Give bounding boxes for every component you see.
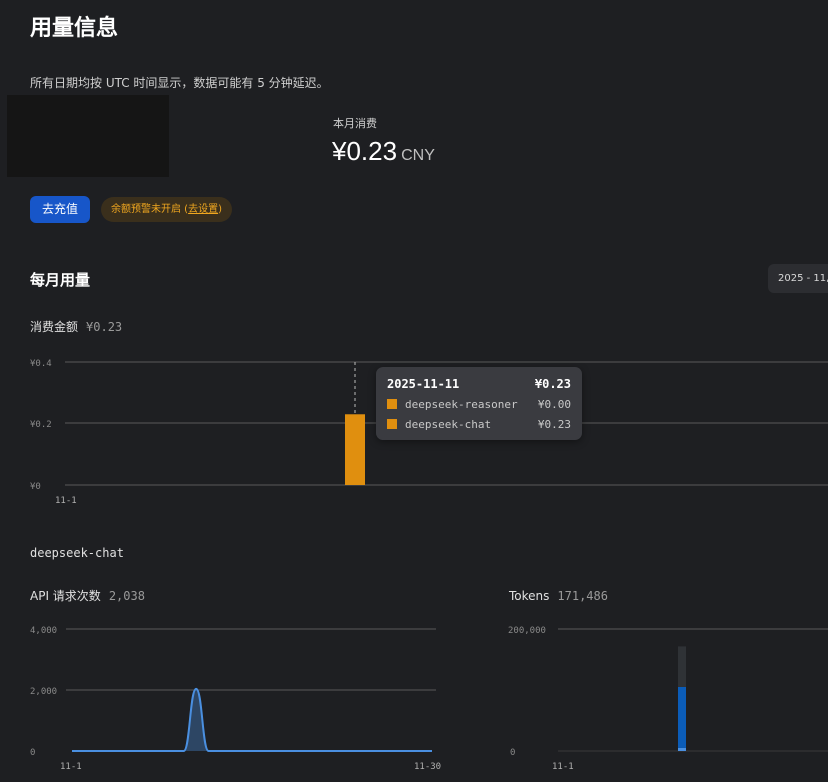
tokens-chart[interactable]: 200,000 0 11-1 xyxy=(490,615,828,782)
spend-amount: ¥0.23 xyxy=(332,136,398,166)
y-tick-2000: 2,000 xyxy=(30,687,57,697)
cost-bar-2025-11-11[interactable] xyxy=(345,414,365,485)
y-tick-02: ¥0.2 xyxy=(30,420,52,430)
monthly-usage-heading: 每月用量 xyxy=(30,271,91,289)
tooltip-row-value: ¥0.23 xyxy=(537,418,571,431)
y-tick-200000: 200,000 xyxy=(508,626,546,636)
tooltip-date: 2025-11-11 xyxy=(387,377,460,391)
tokens-summary: Tokens 171,486 xyxy=(509,585,608,604)
tokens-bar-2025-11-11[interactable] xyxy=(678,646,686,751)
date-range-picker[interactable]: 2025 - 11, xyxy=(768,264,828,293)
tooltip-row-reasoner: deepseek-reasoner xyxy=(387,398,518,411)
api-requests-chart[interactable]: 4,000 2,000 0 11-1 11-30 xyxy=(0,615,450,782)
tooltip-row-chat: deepseek-chat xyxy=(387,418,491,431)
api-requests-summary: API 请求次数 2,038 xyxy=(30,585,145,604)
y-tick-0: 0 xyxy=(30,748,35,758)
legend-swatch-icon xyxy=(387,399,397,409)
page-title: 用量信息 xyxy=(30,16,119,41)
spend-currency: CNY xyxy=(401,147,435,164)
x-tick-start: 11-1 xyxy=(552,762,574,772)
y-tick-0: ¥0 xyxy=(30,482,41,492)
balance-alert-badge: 余额预警未开启 (去设置) xyxy=(101,197,232,222)
tooltip-row-name: deepseek-chat xyxy=(405,418,492,431)
x-tick-end: 11-30 xyxy=(414,762,441,772)
y-tick-0: 0 xyxy=(510,748,515,758)
monthly-spend-value: ¥0.23 CNY xyxy=(332,136,435,167)
api-requests-label: API 请求次数 xyxy=(30,589,101,603)
chart-tooltip: 2025-11-11 ¥0.23 deepseek-reasoner ¥0.00… xyxy=(376,367,582,440)
x-tick-start: 11-1 xyxy=(60,762,82,772)
cost-summary: 消费金额 ¥0.23 xyxy=(30,316,122,335)
tokens-label: Tokens xyxy=(509,589,550,603)
api-requests-line xyxy=(72,687,432,752)
tokens-segment-cache-hit xyxy=(678,747,686,751)
y-tick-04: ¥0.4 xyxy=(30,359,52,369)
legend-swatch-icon xyxy=(387,419,397,429)
cost-label: 消费金额 xyxy=(30,320,79,334)
tokens-segment-input xyxy=(678,686,686,748)
api-requests-area xyxy=(72,688,432,751)
alert-text: 余额预警未开启 ( xyxy=(111,204,189,215)
alert-close-paren: ) xyxy=(218,204,222,215)
y-tick-4000: 4,000 xyxy=(30,626,57,636)
timezone-note: 所有日期均按 UTC 时间显示，数据可能有 5 分钟延迟。 xyxy=(30,76,329,90)
redacted-area xyxy=(7,95,169,177)
tokens-value: 171,486 xyxy=(557,589,608,603)
tooltip-total: ¥0.23 xyxy=(534,377,571,391)
api-requests-value: 2,038 xyxy=(108,589,145,603)
tooltip-row-name: deepseek-reasoner xyxy=(405,398,518,411)
tooltip-row-value: ¥0.00 xyxy=(537,398,571,411)
model-name-heading: deepseek-chat xyxy=(30,546,124,560)
alert-settings-link[interactable]: 去设置 xyxy=(188,204,218,215)
x-tick-start: 11-1 xyxy=(55,496,77,506)
recharge-button[interactable]: 去充值 xyxy=(30,196,90,223)
monthly-spend-label: 本月消费 xyxy=(333,117,377,130)
tokens-segment-output xyxy=(678,646,686,687)
cost-value: ¥0.23 xyxy=(86,320,123,334)
